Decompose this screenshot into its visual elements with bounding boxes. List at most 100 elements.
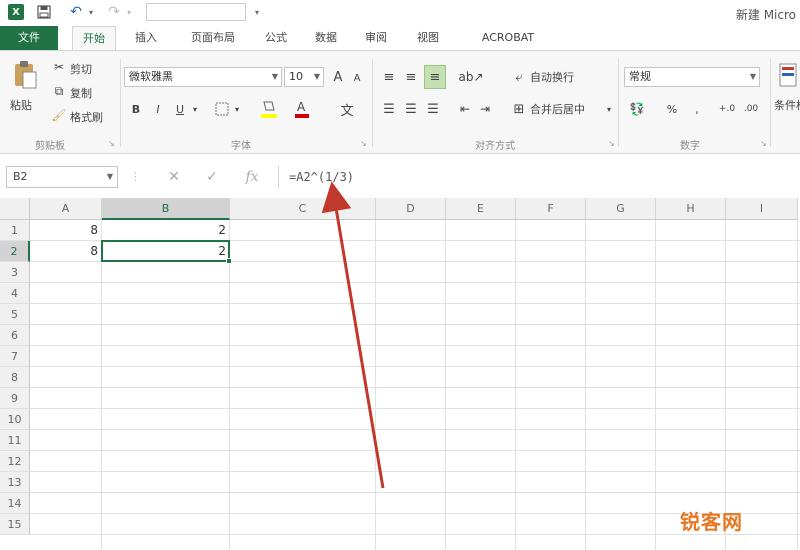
row-header-9[interactable]: 9 — [0, 388, 30, 409]
spreadsheet-grid[interactable]: A B C D E F G H I 1 2 3 4 5 6 7 8 9 10 11 12 13 14 15 8 2 8 2 — [0, 198, 800, 550]
align-right-icon[interactable]: ☰ — [424, 99, 442, 119]
orientation-icon[interactable]: ab↗ — [458, 67, 484, 87]
border-dropdown-icon[interactable]: ▾ — [232, 101, 242, 117]
font-name-select[interactable]: 微软雅黑 ▼ — [124, 67, 282, 87]
row-header-3[interactable]: 3 — [0, 262, 30, 283]
format-painter-icon[interactable]: 🖌 — [51, 107, 66, 123]
tab-page-layout[interactable]: 页面布局 — [180, 26, 246, 50]
copy-button[interactable]: 复制 — [70, 85, 92, 101]
column-header-b[interactable]: B — [102, 198, 230, 220]
row-header-7[interactable]: 7 — [0, 346, 30, 367]
column-header-e[interactable]: E — [446, 198, 516, 220]
format-painter-button[interactable]: 格式刷 — [70, 109, 103, 125]
column-header-a[interactable]: A — [30, 198, 102, 220]
row-header-8[interactable]: 8 — [0, 367, 30, 388]
row-header-2[interactable]: 2 — [0, 241, 30, 262]
merge-center-button[interactable]: 合并后居中 — [530, 101, 585, 117]
row-header-15[interactable]: 15 — [0, 514, 30, 535]
undo-icon[interactable]: ↶ — [68, 4, 84, 20]
name-box[interactable]: B2 ▼ — [6, 166, 118, 188]
cancel-icon[interactable]: ✕ — [164, 168, 184, 186]
align-left-icon[interactable]: ☰ — [380, 99, 398, 119]
grow-font-button[interactable]: A — [330, 67, 346, 87]
border-icon[interactable] — [212, 99, 232, 119]
cell-b1[interactable]: 2 — [102, 220, 230, 241]
row-header-10[interactable]: 10 — [0, 409, 30, 430]
undo-dropdown-icon[interactable]: ▾ — [86, 4, 96, 20]
cut-button[interactable]: 剪切 — [70, 61, 92, 77]
fill-handle[interactable] — [226, 258, 232, 264]
currency-icon[interactable]: 💱 — [626, 99, 648, 119]
column-header-i[interactable]: I — [726, 198, 798, 220]
italic-button[interactable]: I — [150, 99, 166, 119]
tab-insert[interactable]: 插入 — [126, 26, 166, 50]
increase-decimal-button[interactable]: +.0 — [716, 99, 738, 119]
fill-color-icon[interactable] — [258, 97, 280, 121]
tab-home[interactable]: 开始 — [72, 26, 116, 50]
active-cell-border[interactable] — [101, 240, 230, 262]
align-center-icon[interactable]: ☰ — [402, 99, 420, 119]
phonetic-guide-button[interactable]: 文 — [338, 99, 356, 119]
number-format-select[interactable]: 常规 ▼ — [624, 67, 760, 87]
quick-access-box[interactable] — [146, 3, 246, 21]
column-header-c[interactable]: C — [230, 198, 376, 220]
align-top-icon[interactable]: ≡ — [380, 67, 398, 87]
underline-button[interactable]: U — [172, 99, 188, 119]
formula-input[interactable]: =A2^(1/3) — [278, 166, 798, 188]
row-header-1[interactable]: 1 — [0, 220, 30, 241]
column-header-h[interactable]: H — [656, 198, 726, 220]
decrease-decimal-button[interactable]: .00 — [740, 99, 762, 119]
save-icon[interactable] — [36, 4, 52, 20]
insert-function-icon[interactable]: fx — [242, 168, 262, 186]
column-header-d[interactable]: D — [376, 198, 446, 220]
row-header-12[interactable]: 12 — [0, 451, 30, 472]
merge-center-icon[interactable]: ⊞ — [510, 99, 528, 119]
select-all-corner[interactable] — [0, 198, 30, 220]
copy-icon[interactable]: ⧉ — [52, 83, 66, 99]
tab-formulas[interactable]: 公式 — [256, 26, 296, 50]
tab-file[interactable]: 文件 — [0, 26, 58, 50]
redo-dropdown-icon[interactable]: ▾ — [124, 4, 134, 20]
row-header-14[interactable]: 14 — [0, 493, 30, 514]
column-header-g[interactable]: G — [586, 198, 656, 220]
redo-icon[interactable]: ↷ — [106, 4, 122, 20]
cell-a2[interactable]: 8 — [30, 241, 102, 262]
column-header-f[interactable]: F — [516, 198, 586, 220]
font-launcher-icon[interactable]: ↘ — [360, 139, 367, 148]
tab-acrobat[interactable]: ACROBAT — [466, 26, 550, 50]
font-size-select[interactable]: 10 ▼ — [284, 67, 324, 87]
increase-indent-icon[interactable]: ⇥ — [476, 99, 494, 119]
align-bottom-icon[interactable]: ≡ — [424, 65, 446, 89]
scissors-icon[interactable]: ✂ — [52, 59, 66, 75]
number-launcher-icon[interactable]: ↘ — [760, 139, 767, 148]
row-header-13[interactable]: 13 — [0, 472, 30, 493]
paste-button[interactable]: 粘贴 — [10, 97, 32, 113]
cell-a1[interactable]: 8 — [30, 220, 102, 241]
bold-button[interactable]: B — [128, 99, 144, 119]
row-header-11[interactable]: 11 — [0, 430, 30, 451]
gridline — [30, 345, 800, 346]
comma-button[interactable]: , — [690, 99, 704, 119]
clipboard-launcher-icon[interactable]: ↘ — [108, 139, 115, 148]
percent-button[interactable]: % — [664, 99, 680, 119]
row-header-4[interactable]: 4 — [0, 283, 30, 304]
wrap-text-button[interactable]: 自动换行 — [530, 69, 574, 85]
enter-icon[interactable]: ✓ — [202, 168, 222, 186]
row-header-6[interactable]: 6 — [0, 325, 30, 346]
tab-review[interactable]: 审阅 — [356, 26, 396, 50]
tab-data[interactable]: 数据 — [306, 26, 346, 50]
wrap-text-icon[interactable]: ⤶ — [510, 67, 528, 87]
row-header-5[interactable]: 5 — [0, 304, 30, 325]
merge-dropdown-icon[interactable]: ▾ — [604, 101, 614, 117]
underline-dropdown-icon[interactable]: ▾ — [190, 101, 200, 117]
shrink-font-button[interactable]: A — [350, 69, 364, 87]
decrease-indent-icon[interactable]: ⇤ — [456, 99, 474, 119]
paste-icon[interactable] — [8, 59, 42, 91]
font-color-icon[interactable]: A — [292, 97, 312, 121]
align-middle-icon[interactable]: ≡ — [402, 67, 420, 87]
tab-view[interactable]: 视图 — [408, 26, 448, 50]
alignment-launcher-icon[interactable]: ↘ — [608, 139, 615, 148]
customize-quick-access-icon[interactable]: ▾ — [252, 4, 262, 20]
conditional-format-button[interactable]: 条件格 — [774, 97, 800, 113]
conditional-format-icon[interactable] — [778, 61, 798, 89]
